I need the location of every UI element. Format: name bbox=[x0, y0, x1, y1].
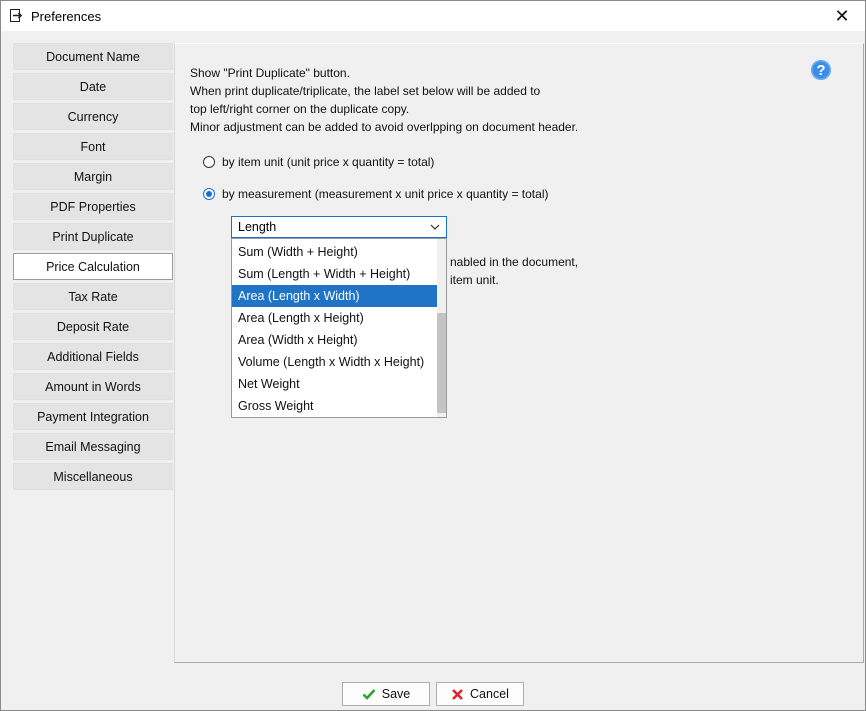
sidebar-item[interactable]: Currency bbox=[13, 103, 173, 130]
sidebar-item[interactable]: Deposit Rate bbox=[13, 313, 173, 340]
measurement-dropdown-list: Sum (Width + Height) Sum (Length + Width … bbox=[231, 238, 447, 418]
sidebar-item[interactable]: Tax Rate bbox=[13, 283, 173, 310]
sidebar-item[interactable]: Payment Integration bbox=[13, 403, 173, 430]
select-value: Length bbox=[238, 220, 277, 234]
description-line: Minor adjustment can be added to avoid o… bbox=[190, 120, 579, 134]
dropdown-option[interactable]: Gross Weight bbox=[232, 395, 438, 417]
description-line: When print duplicate/triplicate, the lab… bbox=[190, 84, 541, 98]
sidebar-item[interactable]: Email Messaging bbox=[13, 433, 173, 460]
window-title: Preferences bbox=[31, 9, 102, 24]
sidebar-item[interactable]: Date bbox=[13, 73, 173, 100]
preferences-window: Preferences ✕ Document Name Date Currency F… bbox=[0, 0, 866, 711]
partial-info-line: nabled in the document, bbox=[450, 255, 579, 269]
sidebar: Document Name Date Currency Font Margin PDF P… bbox=[13, 43, 173, 493]
dropdown-option[interactable]: Net Weight bbox=[232, 373, 438, 395]
sidebar-item[interactable]: Price Calculation bbox=[13, 253, 173, 280]
close-icon: ✕ bbox=[834, 5, 850, 26]
description-line: top left/right corner on the duplicate c… bbox=[190, 102, 410, 116]
radio-label: by measurement (measurement x unit price… bbox=[222, 187, 549, 201]
title-bar: Preferences ✕ bbox=[1, 1, 865, 31]
price-calculation-panel: Show "Print Duplicate" button. When prin… bbox=[174, 43, 864, 663]
partial-info-text: nabled in the document, item unit. bbox=[450, 253, 578, 289]
radio-button[interactable] bbox=[203, 156, 215, 168]
dropdown-scrollbar[interactable] bbox=[437, 239, 446, 417]
sidebar-item[interactable]: Miscellaneous bbox=[13, 463, 173, 490]
radio-item-unit[interactable]: by item unit (unit price x quantity = to… bbox=[203, 155, 434, 169]
x-icon bbox=[452, 688, 463, 700]
sidebar-item[interactable]: Margin bbox=[13, 163, 173, 190]
dropdown-option[interactable]: Volume (Length x Width x Height) bbox=[232, 351, 438, 373]
dropdown-option[interactable]: Area (Length x Width) bbox=[232, 285, 438, 307]
scrollbar-thumb[interactable] bbox=[437, 313, 446, 413]
partial-info-line: item unit. bbox=[450, 273, 499, 287]
description-line: Show "Print Duplicate" button. bbox=[190, 66, 350, 80]
radio-button[interactable] bbox=[203, 188, 215, 200]
cancel-button[interactable]: Cancel bbox=[436, 682, 524, 706]
check-icon bbox=[362, 689, 376, 700]
dropdown-option[interactable]: Area (Width x Height) bbox=[232, 329, 438, 351]
sidebar-item[interactable]: Additional Fields bbox=[13, 343, 173, 370]
exit-door-icon bbox=[10, 9, 23, 22]
measurement-select[interactable]: Length bbox=[231, 216, 447, 238]
sidebar-item[interactable]: Amount in Words bbox=[13, 373, 173, 400]
sidebar-item[interactable]: PDF Properties bbox=[13, 193, 173, 220]
save-button[interactable]: Save bbox=[342, 682, 430, 706]
dropdown-option[interactable]: Sum (Length + Width + Height) bbox=[232, 263, 438, 285]
sidebar-item[interactable]: Print Duplicate bbox=[13, 223, 173, 250]
dropdown-option[interactable]: Sum (Width + Height) bbox=[232, 241, 438, 263]
radio-label: by item unit (unit price x quantity = to… bbox=[222, 155, 435, 169]
chevron-down-icon bbox=[430, 224, 440, 230]
description: Show "Print Duplicate" button. When prin… bbox=[190, 64, 750, 136]
dropdown-option[interactable]: Area (Length x Height) bbox=[232, 307, 438, 329]
sidebar-item[interactable]: Font bbox=[13, 133, 173, 160]
help-icon[interactable]: ? bbox=[811, 60, 831, 80]
sidebar-item[interactable]: Document Name bbox=[13, 43, 173, 70]
dropdown-options: Sum (Width + Height) Sum (Length + Width … bbox=[232, 241, 438, 417]
save-label: Save bbox=[381, 687, 411, 701]
cancel-label: Cancel bbox=[470, 687, 509, 701]
close-button[interactable]: ✕ bbox=[819, 1, 865, 31]
radio-measurement[interactable]: by measurement (measurement x unit price… bbox=[203, 187, 548, 201]
